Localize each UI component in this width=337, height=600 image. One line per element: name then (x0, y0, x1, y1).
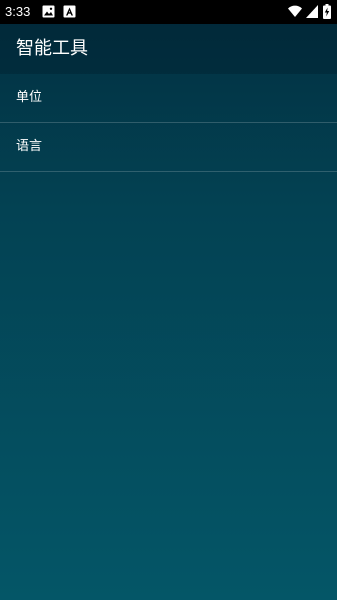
menu-item-units[interactable]: 单位 (0, 74, 337, 123)
font-icon (63, 5, 76, 18)
signal-icon (306, 5, 318, 18)
menu-item-language[interactable]: 语言 (0, 123, 337, 172)
menu-list: 单位 语言 (0, 74, 337, 172)
image-icon (42, 5, 55, 18)
app-screen: 3:33 智能工具 单位 语言 (0, 0, 337, 600)
app-bar: 智能工具 (0, 24, 337, 74)
status-bar: 3:33 (0, 0, 337, 24)
wifi-icon (288, 5, 302, 18)
page-title: 智能工具 (16, 38, 88, 59)
battery-charging-icon (323, 4, 331, 19)
menu-item-label: 单位 (16, 90, 43, 105)
menu-item-label: 语言 (16, 139, 43, 154)
status-time: 3:33 (5, 4, 31, 19)
